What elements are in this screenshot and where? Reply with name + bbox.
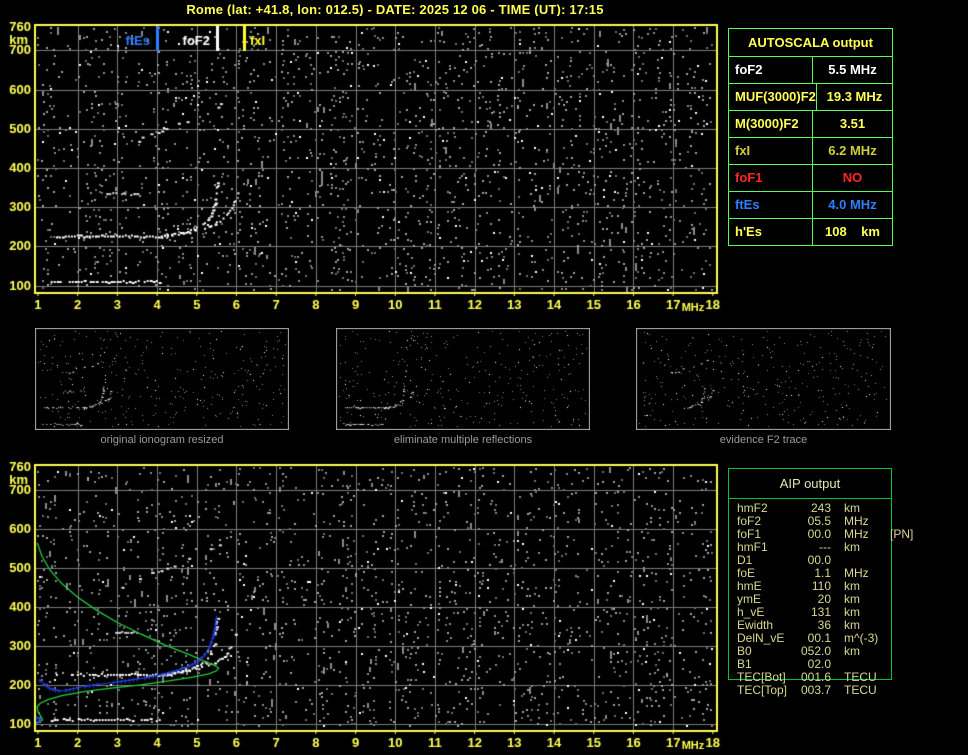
autoscala-row-foF2: foF2 5.5 MHz [729, 56, 892, 83]
param-label: M(3000)F2 [729, 111, 813, 137]
aip-cell-e [884, 645, 890, 658]
autoscala-table: AUTOSCALA output foF2 5.5 MHz MUF(3000)F… [728, 28, 893, 246]
aip-cell-e [884, 658, 890, 671]
thumb-caption-original: original ionogram resized [100, 434, 224, 446]
aip-title: AIP output [729, 469, 891, 499]
aip-cell-u: km [844, 644, 860, 658]
autoscala-app: { "header": { "title": "Rome (lat: +41.8… [0, 0, 968, 755]
aip-cell-u: TECU [844, 683, 877, 697]
main-ionogram [0, 16, 740, 312]
aip-cell-e [884, 567, 890, 580]
param-label: foF1 [729, 165, 813, 191]
aip-cell-e [884, 606, 890, 619]
aip-cell-e [884, 593, 890, 606]
aip-cell-e: [PN] [890, 527, 914, 541]
thumb-caption-f2: evidence F2 trace [719, 434, 808, 446]
thumb-f2-trace [636, 328, 891, 430]
param-value: 5.5 MHz [828, 62, 877, 77]
param-label: h'Es [729, 219, 813, 245]
autoscala-row-ftEs: ftEs 4.0 MHz [729, 191, 892, 218]
aip-cell-e [884, 580, 890, 593]
aip-cell-n: TEC[Top] [737, 683, 788, 697]
param-value: 6.2 MHz [828, 143, 877, 158]
thumb-original-ionogram [35, 328, 289, 430]
aip-cell-e [884, 671, 890, 684]
aip-cell-e [884, 632, 890, 645]
param-value: 4.0 MHz [828, 197, 877, 212]
aip-cell-v: 003.7 [800, 683, 831, 697]
aip-cell-u: km [844, 540, 860, 554]
aip-cell-e [884, 554, 890, 567]
aip-cell-e [884, 541, 890, 554]
aip-row: TEC[Top] 003.7 TECU [728, 684, 898, 697]
aip-cell-e [884, 619, 890, 632]
param-label: MUF(3000)F2 [729, 84, 817, 110]
thumb-caption-filtered: eliminate multiple reflections [393, 434, 533, 446]
autoscala-title: AUTOSCALA output [748, 35, 873, 50]
autoscala-row-fxI: fxI 6.2 MHz [729, 137, 892, 164]
param-value: 19.3 MHz [826, 89, 883, 104]
aip-cell-e [884, 684, 890, 697]
station-title: Rome (lat: +41.8, lon: 012.5) - DATE: 20… [186, 2, 604, 17]
param-value: 108 km [825, 224, 880, 239]
autoscala-row-hEs: h'Es 108 km [729, 218, 892, 245]
param-value: 3.51 [839, 116, 866, 131]
param-label: fxI [729, 138, 813, 164]
aip-rows: hmF2 243 km foF2 05.5 MHz foF1 00.0 MHz [PN] hmF1-… [728, 502, 913, 697]
inverted-ionogram [0, 456, 740, 754]
param-value: NO [842, 170, 863, 185]
autoscala-row-MUF: MUF(3000)F2 19.3 MHz [729, 83, 892, 110]
thumb-filtered-ionogram [336, 328, 590, 430]
param-label: ftEs [729, 192, 813, 218]
autoscala-row-foF1: foF1 NO [729, 164, 892, 191]
aip-cell-e [884, 502, 890, 515]
autoscala-row-M3000: M(3000)F2 3.51 [729, 110, 892, 137]
param-label: foF2 [729, 57, 813, 83]
